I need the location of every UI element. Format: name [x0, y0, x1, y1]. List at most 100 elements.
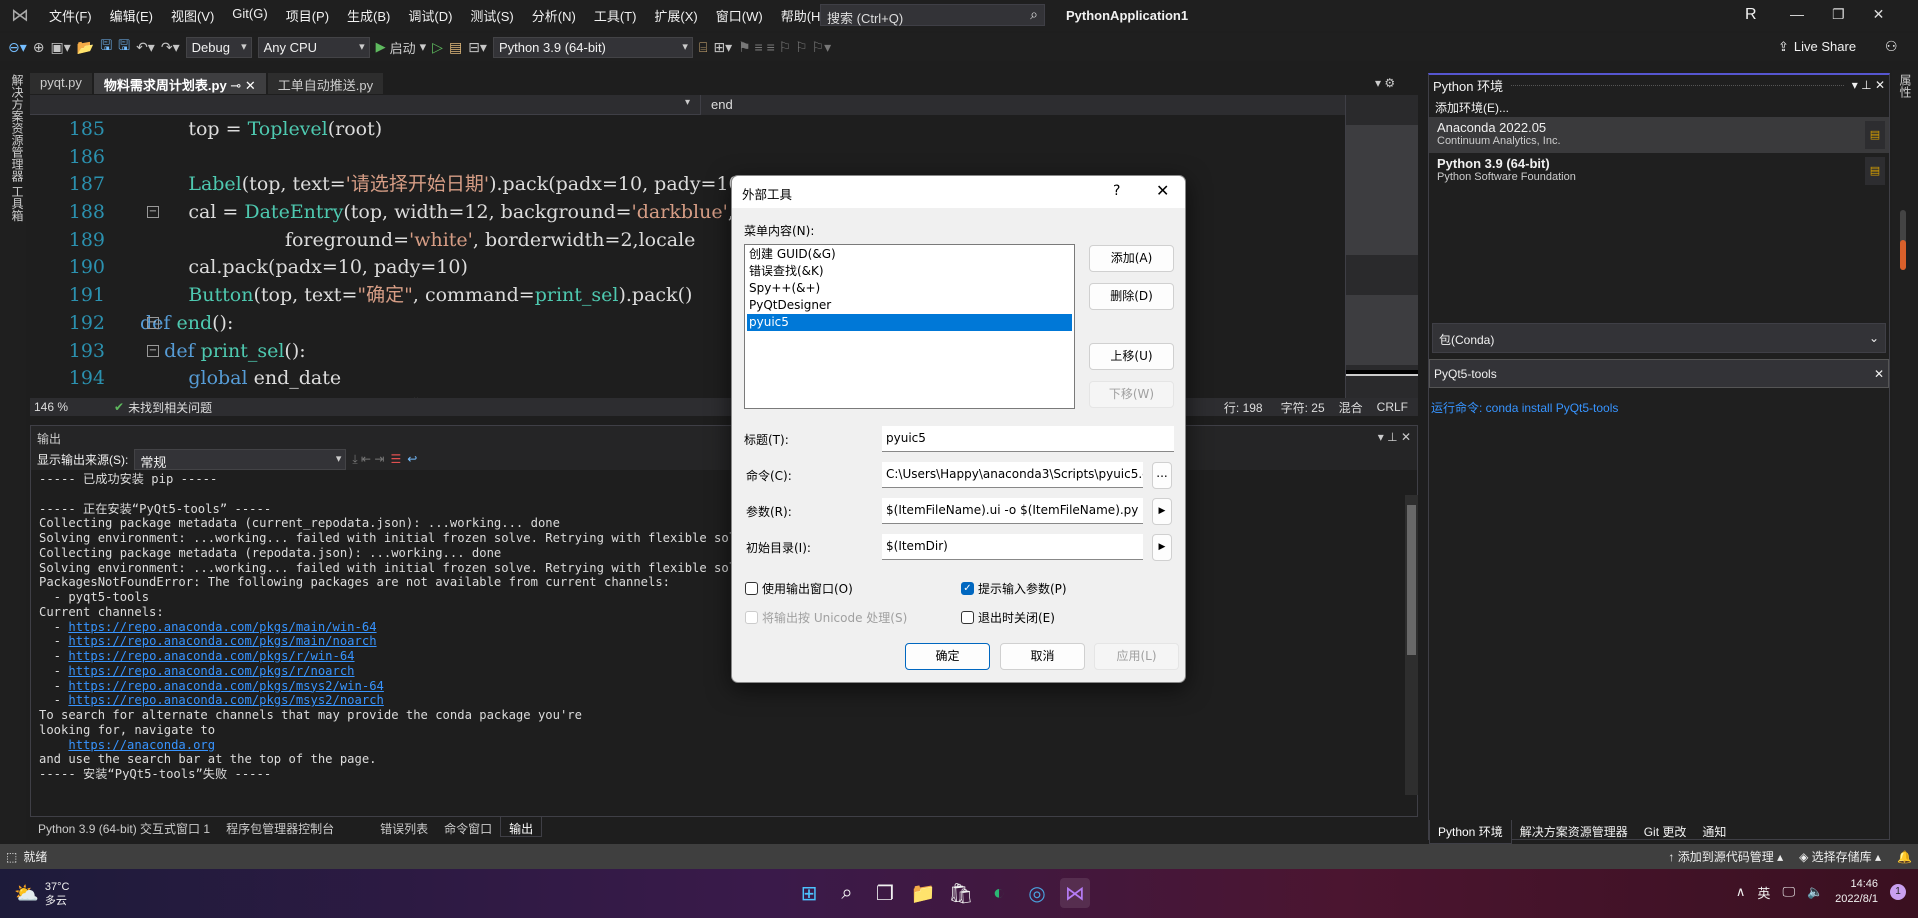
output-link[interactable]: https://repo.anaconda.com/pkgs/r/noarch: [68, 664, 354, 678]
line-ending[interactable]: CRLF: [1377, 400, 1408, 414]
output-link[interactable]: https://anaconda.org: [68, 738, 215, 752]
back-icon[interactable]: ⊖▾: [8, 39, 27, 56]
document-tab[interactable]: 工单自动推送.py: [267, 73, 384, 94]
bookmark-icon[interactable]: ⚑ ≡ ≡ ⚐ ⚐ ⚐▾: [738, 39, 831, 56]
apply-button[interactable]: 应用(L): [1094, 643, 1179, 670]
properties-tab[interactable]: 属性: [1892, 70, 1918, 102]
menu-item[interactable]: 生成(B): [338, 6, 399, 25]
start-menu-icon[interactable]: ⊞: [794, 878, 824, 908]
document-tab[interactable]: pyqt.py: [30, 73, 92, 94]
avatar[interactable]: R: [1745, 6, 1757, 24]
whitespace-mode[interactable]: 混合: [1339, 399, 1363, 416]
line-number[interactable]: 行: 198: [1224, 399, 1263, 416]
member-dropdown[interactable]: end: [700, 95, 1345, 115]
output-source-dropdown[interactable]: 常规: [134, 448, 347, 470]
ime-indicator[interactable]: 英: [1757, 883, 1770, 902]
folder-search-icon[interactable]: ▤: [449, 39, 462, 56]
bottom-tab[interactable]: 程序包管理器控制台: [218, 817, 342, 837]
menu-list-item[interactable]: PyQtDesigner: [747, 297, 1072, 314]
feedback-icon[interactable]: ⚇: [1885, 38, 1898, 55]
title-input[interactable]: pyuic5: [882, 426, 1174, 452]
anaconda-icon[interactable]: ◎: [1022, 878, 1052, 908]
menu-item[interactable]: 调试(D): [399, 6, 461, 25]
environment-console-icon[interactable]: ▤: [1865, 157, 1885, 185]
output-link[interactable]: https://repo.anaconda.com/pkgs/r/win-64: [68, 649, 354, 663]
add-source-control-button[interactable]: ↑ 添加到源代码管理 ▴: [1668, 848, 1783, 865]
panel-controls[interactable]: ▾ ⊥ ✕: [1852, 78, 1885, 92]
save-all-icon[interactable]: 🖫: [118, 35, 130, 59]
start-without-debug-icon[interactable]: ▷: [432, 39, 443, 56]
bottom-tab[interactable]: 命令窗口: [436, 817, 500, 837]
fold-toggle-icon[interactable]: −: [147, 344, 159, 357]
packages-dropdown[interactable]: 包(Conda) ⌄: [1432, 323, 1886, 353]
bottom-tab[interactable]: Python 3.9 (64-bit) 交互式窗口 1: [30, 817, 218, 837]
move-down-button[interactable]: 下移(W): [1089, 381, 1174, 408]
menu-item[interactable]: 扩展(X): [645, 6, 706, 25]
network-icon[interactable]: 🖵: [1782, 884, 1795, 900]
close-on-exit-checkbox[interactable]: 退出时关闭(E): [961, 609, 1055, 626]
menu-item[interactable]: 分析(N): [523, 6, 585, 25]
search-icon[interactable]: ⌕: [832, 878, 862, 908]
clear-icon[interactable]: ✕: [1874, 367, 1884, 381]
menu-item[interactable]: 测试(S): [461, 6, 522, 25]
weather-widget[interactable]: ⛅ 37°C 多云: [14, 880, 69, 908]
word-wrap-icon[interactable]: ↩: [407, 452, 417, 466]
menu-item[interactable]: 项目(P): [277, 6, 338, 25]
menu-item[interactable]: 窗口(W): [707, 6, 772, 25]
menu-item[interactable]: 视图(V): [162, 6, 223, 25]
directory-menu-button[interactable]: ▶: [1152, 534, 1172, 561]
config-dropdown[interactable]: Debug: [185, 36, 252, 58]
tab-overflow-icon[interactable]: ▾ ⚙: [1375, 76, 1395, 90]
arguments-menu-button[interactable]: ▶: [1152, 498, 1172, 525]
task-view-icon[interactable]: ❐: [870, 878, 900, 908]
layout-icon[interactable]: ⊟▾: [468, 39, 487, 56]
bottom-tab[interactable]: 输出: [500, 817, 543, 837]
environment-item[interactable]: Anaconda 2022.05 Continuum Analytics, Inc…: [1429, 117, 1889, 153]
pin-close-icon[interactable]: ⊸ ✕: [227, 78, 255, 93]
issues-status[interactable]: 未找到相关问题: [128, 399, 212, 416]
edge-icon[interactable]: ◐: [984, 878, 1014, 908]
right-panel-tab[interactable]: Git 更改: [1636, 820, 1695, 844]
add-environment-link[interactable]: 添加环境(E)...: [1429, 95, 1889, 117]
close-icon[interactable]: ✕: [1873, 6, 1885, 23]
unicode-output-checkbox[interactable]: 将输出按 Unicode 处理(S): [745, 609, 907, 626]
open-icon[interactable]: 📂: [77, 39, 94, 56]
output-link[interactable]: https://repo.anaconda.com/pkgs/msys2/noa…: [68, 693, 384, 707]
menu-contents-list[interactable]: 创建 GUID(&G) 错误查找(&K) Spy++(&+) PyQtDesigner…: [744, 244, 1075, 409]
right-panel-tab[interactable]: 通知: [1694, 820, 1734, 844]
right-panel-tab[interactable]: Python 环境: [1429, 820, 1512, 844]
move-up-button[interactable]: 上移(U): [1089, 343, 1174, 370]
browse-button[interactable]: ...: [1152, 462, 1172, 489]
environment-item[interactable]: Python 3.9 (64-bit) Python Software Found…: [1429, 153, 1889, 189]
file-explorer-icon[interactable]: 📁: [908, 878, 938, 908]
document-tab[interactable]: 物料需求周计划表.py ⊸ ✕: [93, 73, 266, 94]
close-icon[interactable]: ✕: [1156, 181, 1169, 200]
visual-studio-icon[interactable]: ⋈: [1060, 878, 1090, 908]
use-output-window-checkbox[interactable]: 使用输出窗口(O): [745, 580, 853, 597]
tray-overflow-icon[interactable]: ∧: [1736, 884, 1746, 900]
left-tool-strip[interactable]: 解决方案资源管理器 工具箱: [0, 70, 26, 840]
menu-list-item[interactable]: 错误查找(&K): [747, 263, 1072, 280]
ok-button[interactable]: 确定: [905, 643, 990, 670]
minimize-icon[interactable]: —: [1790, 6, 1804, 23]
add-button[interactable]: 添加(A): [1089, 245, 1174, 272]
window-layout-icon[interactable]: ⊞▾: [713, 39, 732, 56]
notification-badge[interactable]: 1: [1890, 884, 1906, 900]
bottom-tab[interactable]: 错误列表: [372, 817, 436, 837]
char-number[interactable]: 字符: 25: [1281, 399, 1325, 416]
help-button[interactable]: ?: [1113, 183, 1120, 199]
store-icon[interactable]: 🛍: [946, 878, 976, 908]
arguments-input[interactable]: $(ItemFileName).ui -o $(ItemFileName).py: [882, 498, 1143, 524]
start-button[interactable]: ▶ 启动 ▾: [376, 38, 427, 57]
run-command-link[interactable]: 运行命令: conda install PyQt5-tools: [1431, 399, 1618, 416]
output-link[interactable]: https://repo.anaconda.com/pkgs/main/noar…: [68, 634, 376, 648]
search-box[interactable]: 搜索 (Ctrl+Q) ⌕: [820, 4, 1045, 26]
menu-item[interactable]: 工具(T): [585, 6, 646, 25]
zoom-level[interactable]: 146 %: [30, 400, 100, 414]
undo-icon[interactable]: ↶▾: [136, 39, 155, 56]
minimap-scrollbar[interactable]: [1345, 95, 1418, 398]
redo-icon[interactable]: ↷▾: [161, 39, 180, 56]
volume-icon[interactable]: 🔈: [1807, 884, 1823, 900]
package-search-input[interactable]: PyQt5-tools ✕: [1429, 359, 1889, 388]
output-link[interactable]: https://repo.anaconda.com/pkgs/msys2/win…: [68, 679, 384, 693]
